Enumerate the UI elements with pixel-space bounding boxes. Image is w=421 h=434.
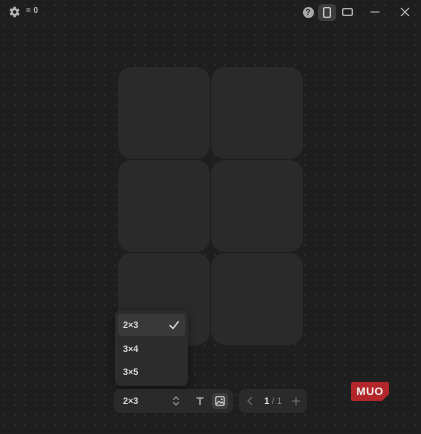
grid-layout-select[interactable]: 2×3 — [123, 396, 138, 406]
pagination-bar: 1 / 1 — [239, 389, 307, 413]
grid-cell[interactable] — [211, 160, 303, 252]
add-page-icon[interactable] — [290, 394, 302, 408]
grid-cell[interactable] — [118, 67, 210, 159]
image-tool-icon — [215, 396, 225, 406]
title-bar: = 0 ? — [0, 0, 421, 24]
image-tool-button[interactable] — [212, 393, 228, 409]
grid-option-label: 2×3 — [123, 320, 139, 330]
text-tool-icon — [196, 397, 204, 405]
muo-watermark: MUO — [350, 381, 390, 402]
watermark-text: MUO — [356, 385, 384, 398]
text-tool-button[interactable] — [192, 393, 208, 409]
bottom-toolbar: 2×3 — [114, 389, 233, 413]
grid-option-3x4[interactable]: 3×4 — [118, 338, 185, 360]
grid-cell[interactable] — [118, 160, 210, 252]
chevron-up-down-icon[interactable] — [172, 395, 180, 407]
grid-option-3x5[interactable]: 3×5 — [118, 361, 185, 383]
total-pages: 1 — [276, 396, 282, 406]
close-icon — [400, 7, 410, 17]
page-separator: / — [269, 396, 277, 406]
item-counter: = 0 — [26, 6, 39, 15]
grid-layout-dropdown: 2×3 3×4 3×5 — [115, 310, 188, 386]
grid-cell[interactable] — [211, 67, 303, 159]
grid-option-2x3[interactable]: 2×3 — [118, 314, 185, 336]
grid-option-label: 3×5 — [123, 367, 139, 377]
landscape-orientation-button[interactable] — [338, 4, 356, 20]
help-icon: ? — [302, 6, 314, 18]
grid-option-label: 3×4 — [123, 344, 139, 354]
close-button[interactable] — [397, 4, 413, 20]
grid-cell[interactable] — [211, 253, 303, 345]
portrait-orientation-button[interactable] — [318, 4, 336, 21]
checkmark-icon — [169, 321, 179, 330]
minimize-button[interactable] — [367, 4, 383, 20]
help-button[interactable]: ? — [300, 4, 316, 20]
landscape-orientation-icon — [341, 8, 353, 16]
portrait-orientation-icon — [323, 7, 331, 18]
minimize-icon — [370, 11, 380, 13]
gear-icon[interactable] — [7, 5, 21, 19]
